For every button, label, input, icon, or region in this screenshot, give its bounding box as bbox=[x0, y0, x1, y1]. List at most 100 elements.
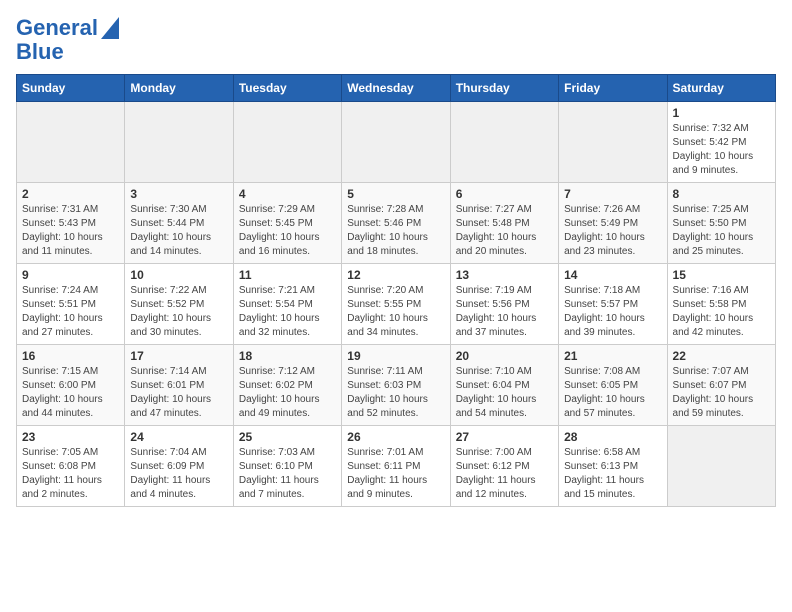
calendar-cell bbox=[667, 426, 775, 507]
calendar-cell: 13 Sunrise: 7:19 AM Sunset: 5:56 PM Dayli… bbox=[450, 264, 558, 345]
day-info: Sunrise: 7:05 AM Sunset: 6:08 PM Dayligh… bbox=[22, 446, 119, 502]
day-info: Sunrise: 7:31 AM Sunset: 5:43 PM Dayligh… bbox=[22, 203, 119, 259]
calendar-cell: 16Sunrise: 7:15 AM Sunset: 6:00 PM Dayli… bbox=[17, 345, 125, 426]
calendar-cell bbox=[559, 102, 667, 183]
day-info: Sunrise: 7:07 AM Sunset: 6:07 PM Dayligh… bbox=[673, 365, 770, 421]
calendar-cell: 8 Sunrise: 7:25 AM Sunset: 5:50 PM Daylig… bbox=[667, 183, 775, 264]
day-info: Sunrise: 7:29 AM Sunset: 5:45 PM Dayligh… bbox=[239, 203, 336, 259]
day-number: 14 bbox=[564, 268, 661, 282]
calendar-cell: 7Sunrise: 7:26 AM Sunset: 5:49 PM Daylig… bbox=[559, 183, 667, 264]
calendar-week-row: 16Sunrise: 7:15 AM Sunset: 6:00 PM Dayli… bbox=[17, 345, 776, 426]
calendar-cell: 27 Sunrise: 7:00 AM Sunset: 6:12 PM Dayli… bbox=[450, 426, 558, 507]
day-info: Sunrise: 7:18 AM Sunset: 5:57 PM Dayligh… bbox=[564, 284, 661, 340]
calendar-cell: 21 Sunrise: 7:08 AM Sunset: 6:05 PM Dayli… bbox=[559, 345, 667, 426]
day-info: Sunrise: 7:32 AM Sunset: 5:42 PM Dayligh… bbox=[673, 122, 770, 178]
day-header-thursday: Thursday bbox=[450, 75, 558, 102]
day-info: Sunrise: 7:20 AM Sunset: 5:55 PM Dayligh… bbox=[347, 284, 444, 340]
day-info: Sunrise: 7:30 AM Sunset: 5:44 PM Dayligh… bbox=[130, 203, 227, 259]
day-info: Sunrise: 7:04 AM Sunset: 6:09 PM Dayligh… bbox=[130, 446, 227, 502]
day-header-wednesday: Wednesday bbox=[342, 75, 450, 102]
logo-text-line2: Blue bbox=[16, 40, 64, 64]
day-number: 27 bbox=[456, 430, 553, 444]
day-number: 25 bbox=[239, 430, 336, 444]
day-number: 2 bbox=[22, 187, 119, 201]
day-number: 20 bbox=[456, 349, 553, 363]
day-info: Sunrise: 7:22 AM Sunset: 5:52 PM Dayligh… bbox=[130, 284, 227, 340]
calendar-cell bbox=[342, 102, 450, 183]
calendar-cell: 10 Sunrise: 7:22 AM Sunset: 5:52 PM Dayli… bbox=[125, 264, 233, 345]
day-number: 19 bbox=[347, 349, 444, 363]
calendar-cell: 19 Sunrise: 7:11 AM Sunset: 6:03 PM Dayli… bbox=[342, 345, 450, 426]
calendar-week-row: 9 Sunrise: 7:24 AM Sunset: 5:51 PM Daylig… bbox=[17, 264, 776, 345]
calendar-cell bbox=[233, 102, 341, 183]
calendar-cell bbox=[125, 102, 233, 183]
day-info: Sunrise: 7:11 AM Sunset: 6:03 PM Dayligh… bbox=[347, 365, 444, 421]
calendar-cell: 18 Sunrise: 7:12 AM Sunset: 6:02 PM Dayli… bbox=[233, 345, 341, 426]
calendar-cell: 22 Sunrise: 7:07 AM Sunset: 6:07 PM Dayli… bbox=[667, 345, 775, 426]
day-header-monday: Monday bbox=[125, 75, 233, 102]
calendar-cell: 15 Sunrise: 7:16 AM Sunset: 5:58 PM Dayli… bbox=[667, 264, 775, 345]
day-number: 4 bbox=[239, 187, 336, 201]
calendar-cell: 28Sunrise: 6:58 AM Sunset: 6:13 PM Dayli… bbox=[559, 426, 667, 507]
day-info: Sunrise: 7:03 AM Sunset: 6:10 PM Dayligh… bbox=[239, 446, 336, 502]
day-info: Sunrise: 7:26 AM Sunset: 5:49 PM Dayligh… bbox=[564, 203, 661, 259]
calendar-cell: 1 Sunrise: 7:32 AM Sunset: 5:42 PM Daylig… bbox=[667, 102, 775, 183]
day-info: Sunrise: 7:19 AM Sunset: 5:56 PM Dayligh… bbox=[456, 284, 553, 340]
calendar-cell bbox=[450, 102, 558, 183]
day-number: 10 bbox=[130, 268, 227, 282]
calendar-cell: 3 Sunrise: 7:30 AM Sunset: 5:44 PM Daylig… bbox=[125, 183, 233, 264]
calendar-cell: 17 Sunrise: 7:14 AM Sunset: 6:01 PM Dayli… bbox=[125, 345, 233, 426]
day-number: 16 bbox=[22, 349, 119, 363]
logo: General Blue bbox=[16, 16, 119, 64]
day-header-tuesday: Tuesday bbox=[233, 75, 341, 102]
logo-text-line1: General bbox=[16, 16, 98, 40]
day-number: 21 bbox=[564, 349, 661, 363]
day-number: 5 bbox=[347, 187, 444, 201]
calendar-cell: 26 Sunrise: 7:01 AM Sunset: 6:11 PM Dayli… bbox=[342, 426, 450, 507]
day-info: Sunrise: 7:10 AM Sunset: 6:04 PM Dayligh… bbox=[456, 365, 553, 421]
day-number: 3 bbox=[130, 187, 227, 201]
day-number: 13 bbox=[456, 268, 553, 282]
calendar-cell: 2 Sunrise: 7:31 AM Sunset: 5:43 PM Daylig… bbox=[17, 183, 125, 264]
calendar-cell: 6 Sunrise: 7:27 AM Sunset: 5:48 PM Daylig… bbox=[450, 183, 558, 264]
day-number: 15 bbox=[673, 268, 770, 282]
day-number: 22 bbox=[673, 349, 770, 363]
calendar-cell: 5 Sunrise: 7:28 AM Sunset: 5:46 PM Daylig… bbox=[342, 183, 450, 264]
calendar-cell: 25 Sunrise: 7:03 AM Sunset: 6:10 PM Dayli… bbox=[233, 426, 341, 507]
day-info: Sunrise: 7:27 AM Sunset: 5:48 PM Dayligh… bbox=[456, 203, 553, 259]
day-info: Sunrise: 7:01 AM Sunset: 6:11 PM Dayligh… bbox=[347, 446, 444, 502]
calendar-cell: 20 Sunrise: 7:10 AM Sunset: 6:04 PM Dayli… bbox=[450, 345, 558, 426]
day-number: 8 bbox=[673, 187, 770, 201]
day-info: Sunrise: 7:08 AM Sunset: 6:05 PM Dayligh… bbox=[564, 365, 661, 421]
day-info: Sunrise: 7:24 AM Sunset: 5:51 PM Dayligh… bbox=[22, 284, 119, 340]
day-number: 24 bbox=[130, 430, 227, 444]
calendar-header-row: SundayMondayTuesdayWednesdayThursdayFrid… bbox=[17, 75, 776, 102]
day-header-saturday: Saturday bbox=[667, 75, 775, 102]
calendar-cell: 23Sunrise: 7:05 AM Sunset: 6:08 PM Dayli… bbox=[17, 426, 125, 507]
calendar-cell bbox=[17, 102, 125, 183]
calendar-cell: 11Sunrise: 7:21 AM Sunset: 5:54 PM Dayli… bbox=[233, 264, 341, 345]
day-info: Sunrise: 7:12 AM Sunset: 6:02 PM Dayligh… bbox=[239, 365, 336, 421]
day-number: 12 bbox=[347, 268, 444, 282]
day-header-sunday: Sunday bbox=[17, 75, 125, 102]
day-number: 1 bbox=[673, 106, 770, 120]
calendar-cell: 12 Sunrise: 7:20 AM Sunset: 5:55 PM Dayli… bbox=[342, 264, 450, 345]
calendar-week-row: 1 Sunrise: 7:32 AM Sunset: 5:42 PM Daylig… bbox=[17, 102, 776, 183]
day-info: Sunrise: 7:14 AM Sunset: 6:01 PM Dayligh… bbox=[130, 365, 227, 421]
day-info: Sunrise: 7:00 AM Sunset: 6:12 PM Dayligh… bbox=[456, 446, 553, 502]
day-info: Sunrise: 6:58 AM Sunset: 6:13 PM Dayligh… bbox=[564, 446, 661, 502]
page-header: General Blue bbox=[16, 16, 776, 64]
day-header-friday: Friday bbox=[559, 75, 667, 102]
day-number: 17 bbox=[130, 349, 227, 363]
day-number: 26 bbox=[347, 430, 444, 444]
day-number: 9 bbox=[22, 268, 119, 282]
day-info: Sunrise: 7:21 AM Sunset: 5:54 PM Dayligh… bbox=[239, 284, 336, 340]
day-info: Sunrise: 7:25 AM Sunset: 5:50 PM Dayligh… bbox=[673, 203, 770, 259]
calendar-cell: 9 Sunrise: 7:24 AM Sunset: 5:51 PM Daylig… bbox=[17, 264, 125, 345]
day-info: Sunrise: 7:28 AM Sunset: 5:46 PM Dayligh… bbox=[347, 203, 444, 259]
day-number: 18 bbox=[239, 349, 336, 363]
day-number: 6 bbox=[456, 187, 553, 201]
day-info: Sunrise: 7:16 AM Sunset: 5:58 PM Dayligh… bbox=[673, 284, 770, 340]
calendar-week-row: 23Sunrise: 7:05 AM Sunset: 6:08 PM Dayli… bbox=[17, 426, 776, 507]
calendar-cell: 4 Sunrise: 7:29 AM Sunset: 5:45 PM Daylig… bbox=[233, 183, 341, 264]
